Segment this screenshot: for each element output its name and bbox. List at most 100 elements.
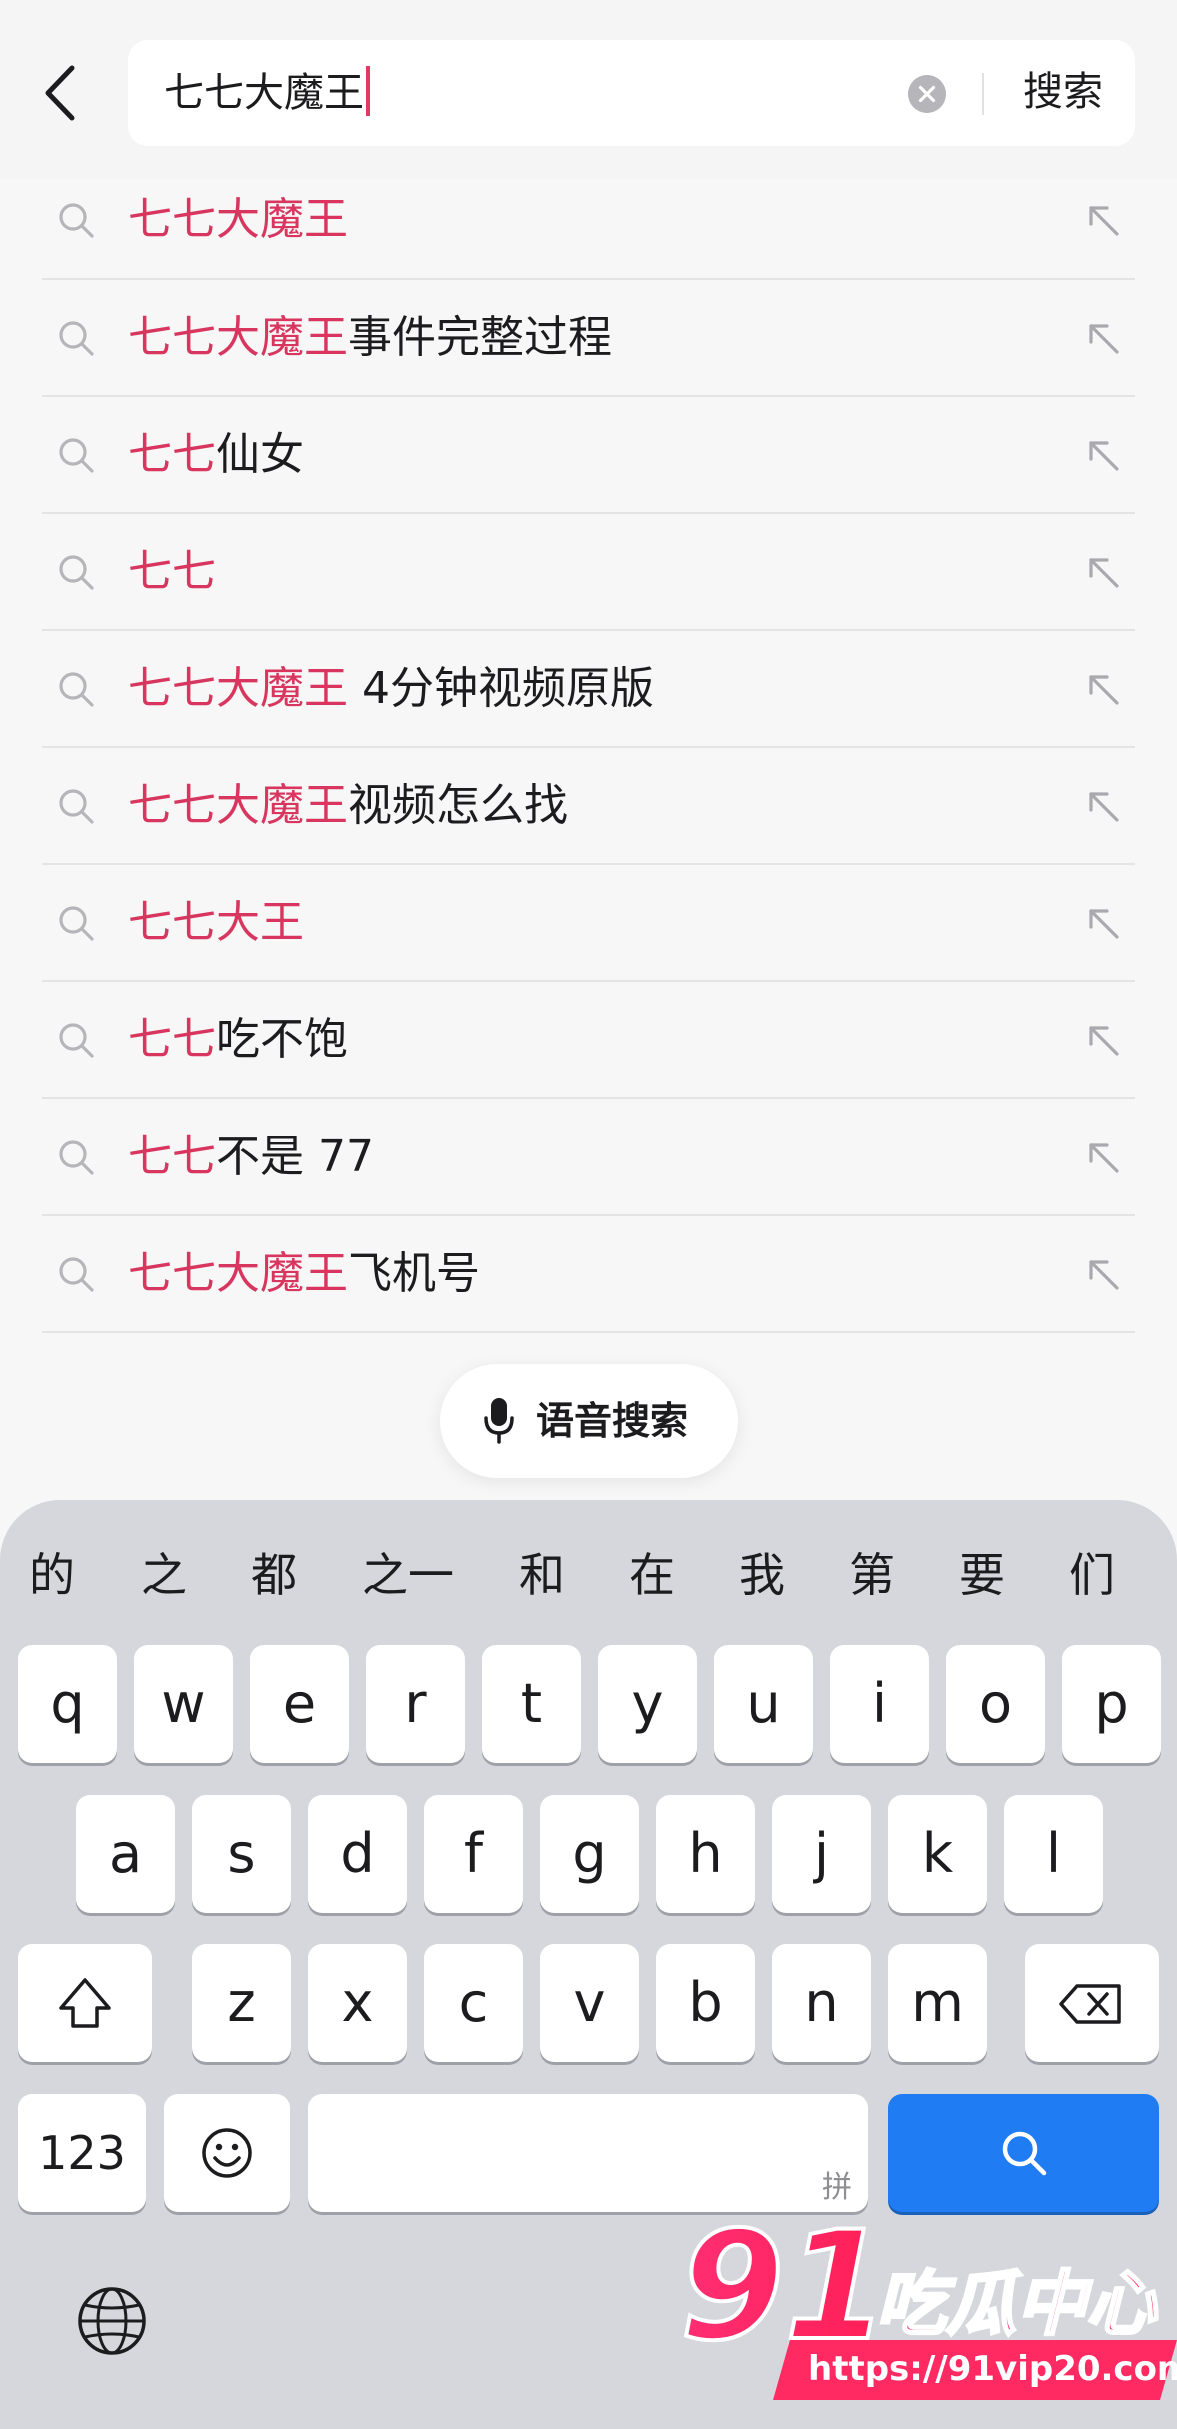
suggestion-list: 七七大魔王 七七大魔王事件完整过程 七七仙女 七七 七七大魔王 4分钟视频原版 七七大魔王… <box>0 178 1177 1333</box>
candidate-word[interactable]: 们 <box>1062 1530 1122 1620</box>
candidate-word[interactable]: 和 <box>512 1530 572 1620</box>
voice-search-label: 语音搜索 <box>536 1399 689 1443</box>
candidate-word[interactable]: 第 <box>842 1530 902 1620</box>
suggestion-highlight: 七七大魔王 <box>128 194 348 245</box>
svg-text:吃瓜中心: 吃瓜中心 <box>876 2263 1158 2345</box>
suggestion-rest: 4分钟视频原版 <box>348 662 654 714</box>
fill-query-arrow-icon[interactable] <box>1083 1020 1123 1060</box>
suggestion-item[interactable]: 七七大魔王 4分钟视频原版 <box>42 631 1135 748</box>
suggestion-highlight: 七七大魔王 <box>128 662 348 714</box>
candidate-word[interactable]: 之一 <box>353 1530 463 1620</box>
key-h[interactable]: h <box>656 1795 755 1913</box>
candidate-word[interactable]: 要 <box>952 1530 1012 1620</box>
key-w[interactable]: w <box>134 1645 233 1763</box>
candidate-word[interactable]: 之 <box>134 1530 194 1620</box>
candidate-word[interactable]: 在 <box>622 1530 682 1620</box>
voice-search-button[interactable]: 语音搜索 <box>440 1364 738 1478</box>
search-button[interactable]: 搜索 <box>1008 62 1118 122</box>
fill-query-arrow-icon[interactable] <box>1083 903 1123 943</box>
key-t[interactable]: t <box>482 1645 581 1763</box>
key-l[interactable]: l <box>1004 1795 1103 1913</box>
suggestion-item[interactable]: 七七大魔王 <box>42 178 1135 280</box>
search-header: 七七大魔王 搜索 <box>0 0 1177 178</box>
suggestion-highlight: 七七大魔王 <box>128 1247 348 1299</box>
key-d[interactable]: d <box>308 1795 407 1913</box>
candidate-word[interactable]: 我 <box>732 1530 792 1620</box>
key-x[interactable]: x <box>308 1944 407 2062</box>
search-icon <box>59 203 94 238</box>
search-icon <box>59 905 94 941</box>
key-y[interactable]: y <box>598 1645 697 1763</box>
suggestion-item[interactable]: 七七大魔王飞机号 <box>42 1216 1135 1333</box>
search-input[interactable]: 七七大魔王 搜索 <box>128 40 1135 146</box>
key-m[interactable]: m <box>888 1944 987 2062</box>
suggestion-item[interactable]: 七七大王 <box>42 865 1135 982</box>
key-g[interactable]: g <box>540 1795 639 1913</box>
fill-query-arrow-icon[interactable] <box>1083 200 1123 240</box>
key-k[interactable]: k <box>888 1795 987 1913</box>
key-v[interactable]: v <box>540 1944 639 2062</box>
candidate-word[interactable]: 的 <box>22 1530 82 1620</box>
search-key[interactable] <box>888 2094 1159 2212</box>
key-q[interactable]: q <box>18 1645 117 1763</box>
suggestion-rest: 不是 77 <box>216 1130 374 1182</box>
search-divider <box>982 73 984 115</box>
search-icon <box>59 671 94 707</box>
key-u[interactable]: u <box>714 1645 813 1763</box>
suggestion-highlight: 七七 <box>128 1013 216 1065</box>
suggestion-rest: 飞机号 <box>348 1247 480 1299</box>
delete-key[interactable] <box>1025 1944 1159 2062</box>
key-p[interactable]: p <box>1062 1645 1161 1763</box>
globe-icon[interactable] <box>76 2285 148 2357</box>
suggestion-rest: 视频怎么找 <box>348 779 568 831</box>
search-icon <box>59 1139 94 1175</box>
key-i[interactable]: i <box>830 1645 929 1763</box>
key-b[interactable]: b <box>656 1944 755 2062</box>
suggestion-highlight: 七七大王 <box>128 896 304 948</box>
key-n[interactable]: n <box>772 1944 871 2062</box>
key-c[interactable]: c <box>424 1944 523 2062</box>
fill-query-arrow-icon[interactable] <box>1083 318 1123 358</box>
suggestion-item[interactable]: 七七不是 77 <box>42 1099 1135 1216</box>
suggestion-item[interactable]: 七七大魔王视频怎么找 <box>42 748 1135 865</box>
suggestion-item[interactable]: 七七吃不饱 <box>42 982 1135 1099</box>
space-key[interactable]: 拼 <box>308 2094 868 2212</box>
suggestion-item[interactable]: 七七大魔王事件完整过程 <box>42 280 1135 397</box>
suggestion-text: 七七大王 <box>128 893 304 953</box>
suggestion-text: 七七仙女 <box>128 425 304 485</box>
fill-query-arrow-icon[interactable] <box>1083 552 1123 592</box>
fill-query-arrow-icon[interactable] <box>1083 1254 1123 1294</box>
suggestion-item[interactable]: 七七 <box>42 514 1135 631</box>
shift-key[interactable] <box>18 1944 152 2062</box>
key-j[interactable]: j <box>772 1795 871 1913</box>
search-icon <box>59 1022 94 1058</box>
suggestion-rest: 仙女 <box>216 428 304 480</box>
key-a[interactable]: a <box>76 1795 175 1913</box>
fill-query-arrow-icon[interactable] <box>1083 1137 1123 1177</box>
fill-query-arrow-icon[interactable] <box>1083 786 1123 826</box>
chevron-left-icon[interactable] <box>38 62 88 124</box>
emoji-key[interactable] <box>164 2094 290 2212</box>
key-f[interactable]: f <box>424 1795 523 1913</box>
microphone-icon <box>484 1398 514 1444</box>
watermark-url: https://91vip20.com <box>808 2349 1177 2389</box>
key-e[interactable]: e <box>250 1645 349 1763</box>
emoji-smile-icon <box>202 2128 252 2178</box>
key-z[interactable]: z <box>192 1944 291 2062</box>
key-s[interactable]: s <box>192 1795 291 1913</box>
fill-query-arrow-icon[interactable] <box>1083 435 1123 475</box>
suggestion-highlight: 七七 <box>128 428 216 480</box>
candidate-word[interactable]: 都 <box>244 1530 304 1620</box>
search-icon <box>59 788 94 824</box>
space-key-hint: 拼 <box>822 2170 852 2205</box>
search-query[interactable]: 七七大魔王 <box>164 65 370 121</box>
key-r[interactable]: r <box>366 1645 465 1763</box>
numbers-key[interactable]: 123 <box>18 2094 146 2212</box>
clear-circle-icon[interactable] <box>908 75 946 113</box>
suggestion-text: 七七 <box>128 542 216 602</box>
search-query-text: 七七大魔王 <box>164 70 364 116</box>
fill-query-arrow-icon[interactable] <box>1083 669 1123 709</box>
key-o[interactable]: o <box>946 1645 1045 1763</box>
suggestion-item[interactable]: 七七仙女 <box>42 397 1135 514</box>
search-page: 七七大魔王 搜索 七七大魔王 七七大魔王事件完整过程 七七仙女 七七 七七大魔王 4分钟… <box>0 0 1177 2429</box>
